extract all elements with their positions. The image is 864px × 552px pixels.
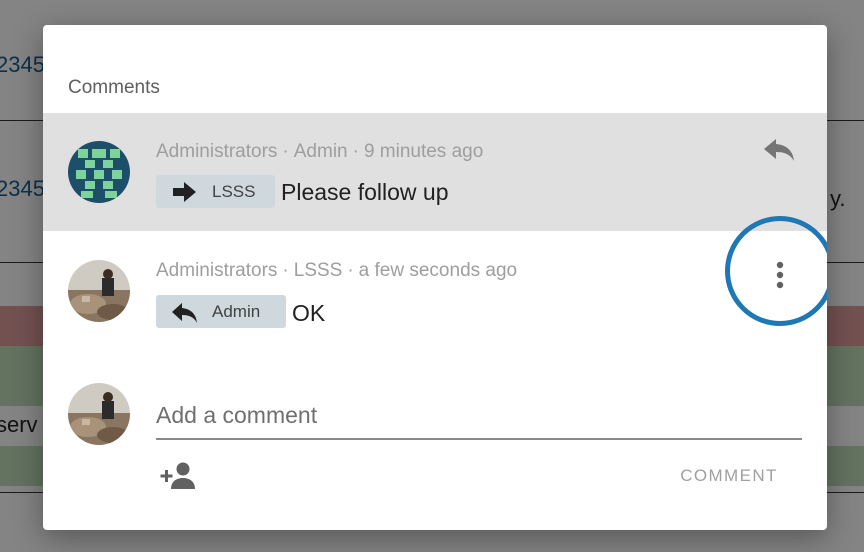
user-photo-icon	[68, 260, 130, 322]
chip-label: LSSS	[212, 181, 256, 201]
chip-label: Admin	[212, 301, 261, 321]
recipient-chip: LSSS	[156, 175, 275, 208]
comment-time: a few seconds ago	[358, 260, 518, 281]
comment-submit-button[interactable]: COMMENT	[664, 459, 794, 493]
comment-author: LSSS	[293, 260, 343, 281]
dialog-title: Comments	[68, 77, 160, 98]
user-photo-icon	[68, 383, 130, 445]
reply-icon[interactable]	[762, 135, 796, 165]
comment-text: OK	[292, 300, 326, 326]
comment-author: Admin	[293, 141, 348, 162]
avatar	[68, 383, 130, 445]
comment-input[interactable]	[156, 393, 802, 440]
avatar	[68, 141, 130, 203]
comment-meta: Administrators · Admin · 9 minutes ago	[156, 141, 484, 162]
reply-arrow-icon	[172, 302, 197, 323]
comment-time: 9 minutes ago	[363, 141, 484, 162]
comment-group: Administrators	[156, 141, 278, 162]
recipient-chip: Admin	[156, 295, 286, 328]
arrow-right-icon	[173, 181, 196, 202]
comments-dialog: Comments Administrators · Admin · 9 minutes …	[43, 25, 827, 530]
comment-text: Please follow up	[281, 179, 449, 205]
comment-group: Administrators	[156, 260, 278, 281]
focus-ring	[725, 216, 827, 326]
comment-item[interactable]: Administrators · Admin · 9 minutes ago LSSS …	[43, 113, 827, 231]
avatar	[68, 260, 130, 322]
person-add-icon[interactable]	[159, 461, 197, 491]
identicon-avatar-icon	[68, 141, 130, 203]
comment-item[interactable]: Administrators · LSSS · a few seconds ago Ad…	[43, 231, 827, 349]
comment-meta: Administrators · LSSS · a few seconds ago	[156, 260, 518, 281]
